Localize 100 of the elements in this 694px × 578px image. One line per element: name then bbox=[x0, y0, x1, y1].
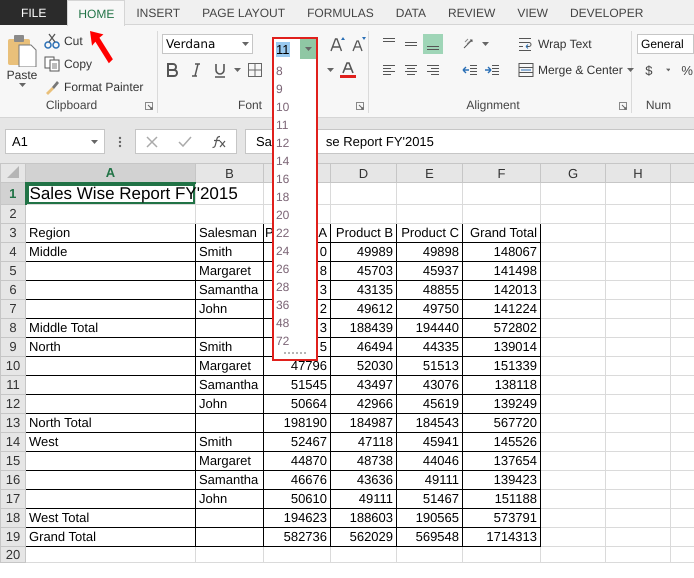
ribbon-tab[interactable]: DATA bbox=[384, 0, 437, 25]
format-painter-button[interactable]: Format Painter bbox=[44, 77, 144, 96]
grow-font-icon[interactable] bbox=[330, 36, 346, 52]
column-header[interactable]: G bbox=[540, 164, 606, 182]
table-cell: Samantha bbox=[199, 377, 258, 392]
table-cell: 43076 bbox=[422, 377, 459, 392]
font-size-option[interactable]: 48 bbox=[274, 314, 316, 332]
percent-button[interactable]: % bbox=[680, 60, 694, 80]
font-size-option[interactable]: 8 bbox=[274, 62, 316, 80]
row-header[interactable]: 4 bbox=[0, 242, 26, 261]
font-size-option[interactable]: 28 bbox=[274, 278, 316, 296]
row-header[interactable]: 2 bbox=[0, 204, 26, 223]
table-cell: 151188 bbox=[494, 491, 537, 506]
font-size-option[interactable]: 24 bbox=[274, 242, 316, 260]
row-header[interactable]: 12 bbox=[0, 394, 26, 413]
table-cell: 47118 bbox=[358, 434, 393, 449]
table-cell: 49989 bbox=[356, 244, 393, 259]
table-cell: 1714313 bbox=[486, 529, 537, 544]
ribbon-tab[interactable]: PAGE LAYOUT bbox=[191, 0, 296, 25]
column-header[interactable]: H bbox=[606, 164, 670, 182]
font-size-option[interactable]: 12 bbox=[274, 134, 316, 152]
cut-button[interactable]: Cut bbox=[44, 31, 144, 50]
dialog-launcher-icon[interactable] bbox=[356, 102, 364, 110]
table-cell: 47796 bbox=[290, 358, 327, 373]
underline-icon[interactable] bbox=[212, 62, 228, 78]
name-box[interactable]: A1 bbox=[5, 129, 105, 154]
row-header[interactable]: 17 bbox=[0, 489, 26, 508]
ribbon-tab[interactable]: DEVELOPER bbox=[559, 0, 654, 25]
table-cell: 0 bbox=[320, 244, 327, 259]
table-cell: Middle Total bbox=[29, 320, 98, 335]
caret-icon bbox=[242, 42, 250, 46]
row-header[interactable]: 3 bbox=[0, 223, 26, 242]
font-size-option[interactable]: 9 bbox=[274, 80, 316, 98]
ribbon-tab[interactable]: REVIEW bbox=[436, 0, 506, 25]
resize-grip-icon[interactable] bbox=[284, 352, 306, 356]
font-size-option[interactable]: 14 bbox=[274, 152, 316, 170]
table-cell: Smith bbox=[199, 434, 232, 449]
dropdown-button[interactable] bbox=[300, 39, 316, 59]
table-cell: Samantha bbox=[199, 282, 258, 297]
row-header[interactable]: 9 bbox=[0, 337, 26, 356]
row-header[interactable]: 10 bbox=[0, 356, 26, 375]
row-header[interactable]: 16 bbox=[0, 470, 26, 489]
row-header[interactable]: 6 bbox=[0, 280, 26, 299]
table-cell: 49750 bbox=[422, 301, 459, 316]
table-cell: 43636 bbox=[356, 472, 393, 487]
ribbon-tab[interactable]: HOME bbox=[67, 0, 126, 26]
table-cell: 49898 bbox=[422, 244, 459, 259]
font-size-option[interactable]: 22 bbox=[274, 224, 316, 242]
font-name-field[interactable]: Verdana bbox=[162, 34, 254, 54]
row-header[interactable]: 1 bbox=[0, 182, 26, 204]
ribbon-tab[interactable]: FORMULAS bbox=[296, 0, 385, 25]
ribbon-tab[interactable]: VIEW bbox=[506, 0, 559, 25]
align-center-icon[interactable] bbox=[403, 62, 419, 78]
increase-indent-icon[interactable] bbox=[484, 62, 500, 78]
row-header[interactable]: 11 bbox=[0, 375, 26, 394]
row-header[interactable]: 13 bbox=[0, 413, 26, 432]
file-tab[interactable]: FILE bbox=[0, 0, 68, 25]
bold-icon[interactable] bbox=[164, 62, 180, 78]
align-left-icon[interactable] bbox=[381, 62, 397, 78]
font-size-option[interactable]: 16 bbox=[274, 170, 316, 188]
table-cell: 45703 bbox=[356, 263, 393, 278]
table-cell: 572802 bbox=[494, 320, 537, 335]
row-header[interactable]: 20 bbox=[0, 546, 26, 562]
currency-button[interactable]: $ bbox=[642, 60, 656, 80]
font-size-option[interactable]: 36 bbox=[274, 296, 316, 314]
align-right-icon[interactable] bbox=[425, 62, 441, 78]
shrink-font-icon[interactable] bbox=[351, 36, 368, 52]
merge-center-button[interactable]: Merge & Center bbox=[518, 57, 634, 83]
row-header[interactable]: 19 bbox=[0, 527, 26, 546]
font-size-option[interactable]: 11 bbox=[274, 116, 316, 134]
decrease-indent-icon[interactable] bbox=[462, 62, 478, 78]
table-cell: 46676 bbox=[290, 472, 327, 487]
number-format-field[interactable]: General bbox=[637, 34, 694, 54]
column-header[interactable]: F bbox=[462, 164, 540, 182]
row-header[interactable]: 8 bbox=[0, 318, 26, 337]
column-header[interactable]: E bbox=[396, 164, 462, 182]
row-header[interactable]: 18 bbox=[0, 508, 26, 527]
font-color-icon[interactable] bbox=[340, 61, 356, 79]
font-size-option[interactable]: 72 bbox=[274, 332, 316, 350]
wrap-text-button[interactable]: Wrap Text bbox=[518, 31, 634, 57]
table-cell: 42966 bbox=[356, 396, 393, 411]
ribbon-tab[interactable]: INSERT bbox=[125, 0, 192, 25]
table-cell: 567720 bbox=[494, 415, 537, 430]
table-cell: 52030 bbox=[356, 358, 393, 373]
font-size-option[interactable]: 10 bbox=[274, 98, 316, 116]
borders-icon[interactable] bbox=[247, 62, 263, 78]
table-cell: 8 bbox=[320, 263, 327, 278]
row-header[interactable]: 5 bbox=[0, 261, 26, 280]
checkmark-icon[interactable] bbox=[178, 134, 192, 148]
row-header[interactable]: 14 bbox=[0, 432, 26, 451]
dialog-launcher-icon[interactable] bbox=[145, 102, 153, 110]
row-header[interactable]: 7 bbox=[0, 299, 26, 318]
column-header[interactable]: D bbox=[330, 164, 396, 182]
paste-button[interactable]: Paste bbox=[0, 31, 44, 97]
dialog-launcher-icon[interactable] bbox=[619, 102, 627, 110]
column-header[interactable]: B bbox=[196, 164, 264, 182]
font-size-option[interactable]: 26 bbox=[274, 260, 316, 278]
row-header[interactable]: 15 bbox=[0, 451, 26, 470]
insert-function-icon[interactable] bbox=[210, 134, 227, 148]
column-header[interactable]: A bbox=[26, 164, 196, 182]
